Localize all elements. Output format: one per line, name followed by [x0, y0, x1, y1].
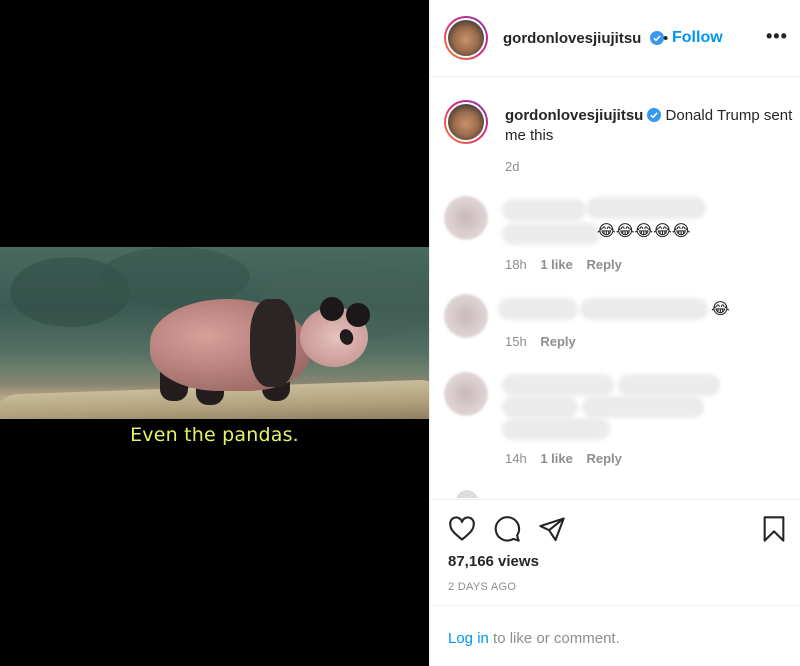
comment-avatar[interactable]: [444, 294, 488, 338]
post-media[interactable]: Even the pandas.: [0, 0, 429, 666]
panda-ear: [346, 303, 370, 327]
header-username[interactable]: gordonlovesjiujitsu: [503, 30, 641, 47]
comment-age: 18h: [505, 257, 527, 272]
login-link[interactable]: Log in: [448, 630, 489, 647]
comment-meta: 15h Reply: [505, 334, 586, 349]
login-rest-text: to like or comment.: [488, 630, 620, 647]
blurred-comment-text: [502, 418, 610, 440]
post-caption: gordonlovesjiujitsu Donald Trump sent me…: [505, 106, 800, 146]
blurred-comment-text: [502, 396, 578, 418]
login-prompt: Log in to like or comment.: [448, 630, 620, 647]
more-options-icon[interactable]: •••: [766, 26, 788, 47]
heart-icon[interactable]: [448, 515, 476, 543]
comment-avatar[interactable]: [444, 372, 488, 416]
caption-age: 2d: [505, 159, 520, 174]
blurred-username: [502, 374, 614, 396]
avatar-image: [446, 102, 486, 142]
bookmark-icon[interactable]: [760, 515, 788, 543]
blurred-comment-text: [502, 223, 600, 245]
comment-likes[interactable]: 1 like: [540, 257, 573, 272]
blurred-comment-text: [582, 396, 704, 418]
caption-username[interactable]: gordonlovesjiujitsu: [505, 107, 643, 124]
post-timestamp: 2 DAYS AGO: [448, 581, 517, 593]
post-actions: 87,166 views 2 DAYS AGO: [430, 499, 800, 605]
comment-likes[interactable]: 1 like: [540, 451, 573, 466]
comment-age: 15h: [505, 334, 527, 349]
comments-section[interactable]: gordonlovesjiujitsu Donald Trump sent me…: [430, 78, 800, 498]
reply-button[interactable]: Reply: [540, 334, 575, 349]
reply-button[interactable]: Reply: [586, 257, 621, 272]
video-frame[interactable]: [0, 247, 429, 419]
reply-button[interactable]: Reply: [586, 451, 621, 466]
login-bar: Log in to like or comment.: [430, 605, 800, 666]
blurred-comment-text: [580, 298, 708, 320]
view-count[interactable]: 87,166 views: [448, 553, 539, 570]
comment-avatar[interactable]: [456, 490, 478, 498]
separator-dot: •: [663, 30, 669, 47]
caption-avatar[interactable]: [444, 100, 488, 144]
post-side-panel: gordonlovesjiujitsu • Follow ••• gordonl…: [429, 0, 800, 666]
post-header: gordonlovesjiujitsu • Follow •••: [430, 0, 800, 77]
avatar-image: [446, 18, 486, 58]
blurred-username: [502, 199, 586, 221]
share-icon[interactable]: [538, 515, 566, 543]
avatar[interactable]: [444, 16, 488, 60]
comment-emoji: 😂: [711, 299, 730, 318]
verified-icon: [647, 108, 662, 122]
video-subtitle: Even the pandas.: [130, 424, 299, 446]
verified-icon: [649, 31, 664, 45]
blurred-comment-text: [586, 197, 706, 219]
header-username-row: gordonlovesjiujitsu: [503, 30, 664, 48]
comment-meta: 14h 1 like Reply: [505, 451, 632, 466]
panda-ear: [320, 297, 344, 321]
follow-button[interactable]: Follow: [672, 29, 723, 47]
blurred-comment-text: [618, 374, 720, 396]
comment-meta: 18h 1 like Reply: [505, 257, 632, 272]
background-foliage: [100, 247, 250, 307]
panda-shoulder-band: [250, 299, 296, 387]
comment-avatar[interactable]: [444, 196, 488, 240]
comment-icon[interactable]: [493, 515, 521, 543]
comment-emoji: 😂😂😂😂😂: [597, 221, 691, 240]
blurred-username: [498, 298, 578, 320]
comment-age: 14h: [505, 451, 527, 466]
